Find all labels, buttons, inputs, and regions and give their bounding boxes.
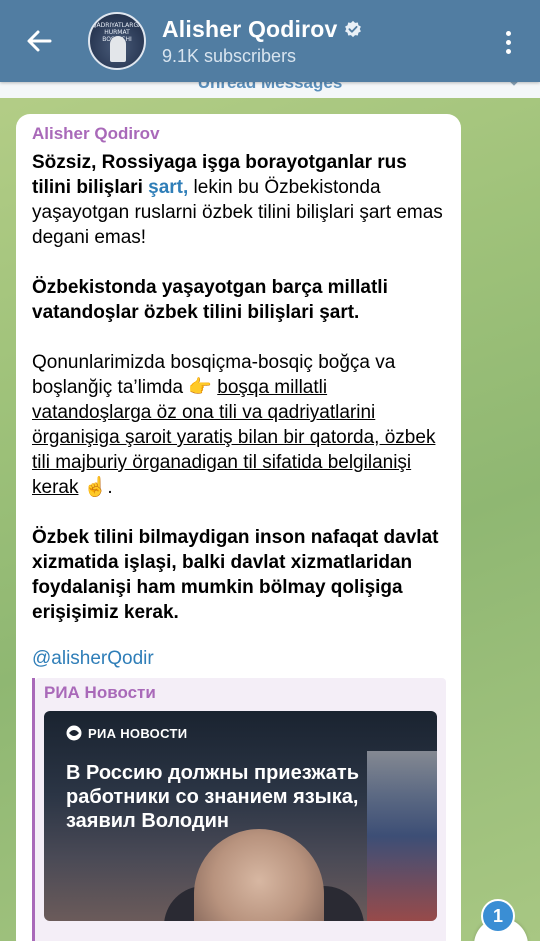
message-text: Sözsiz, Rossiyaga işga borayotganlar rus… [32,150,445,625]
unread-count-badge[interactable]: 1 [481,899,515,933]
channel-avatar[interactable]: QADRIYATLARGA HURMAT BOSQICHI [88,12,146,70]
channel-name: Alisher Qodirov [162,15,338,42]
link-preview[interactable]: РИА Новости РИА НОВОСТИ В Россию должны … [32,678,446,941]
subscriber-count: 9.1K subscribers [162,45,297,66]
photo-person [194,829,324,921]
ria-logo-text: РИА НОВОСТИ [88,725,188,741]
index-pointing-up-emoji: ☝️ [83,477,108,498]
paragraph-4: Özbek tilini bilmaydigan inson nafaqat d… [32,527,439,623]
ria-logo-icon [66,725,82,741]
preview-headline: В Россию должны приезжать работники со з… [66,762,360,832]
unread-messages-label: Unread Messages [197,82,343,92]
preview-source: РИА Новости [44,683,156,702]
avatar-figure [110,36,126,62]
back-arrow-icon [27,30,52,52]
message-bubble[interactable]: Alisher Qodirov Sözsiz, Rossiyaga işga b… [16,114,461,941]
channel-handle-link[interactable]: @alisherQodir [32,648,445,670]
chat-header: QADRIYATLARGA HURMAT BOSQICHI Alisher Qo… [0,0,540,82]
inline-link[interactable]: şart, [148,177,188,198]
verified-icon [344,20,361,38]
chevron-down-icon[interactable] [504,82,524,90]
pointing-right-emoji: 👉 [188,377,212,398]
more-dots-icon [505,30,511,36]
paragraph-3: Qonunlarimizda bosqiçma-bosqiç boğça va … [32,352,436,498]
preview-image[interactable]: РИА НОВОСТИ В Россию должны приезжать ра… [44,711,437,921]
ria-logo: РИА НОВОСТИ [66,725,187,741]
paragraph-2: Özbekistonda yaşayotgan barça millatli v… [32,277,388,323]
more-options-button[interactable] [490,22,526,62]
paragraph-1: Sözsiz, Rossiyaga işga borayotganlar rus… [32,152,443,248]
channel-title-block[interactable]: Alisher Qodirov 9.1K subscribers [162,16,362,67]
message-sender[interactable]: Alisher Qodirov [32,124,445,144]
back-button[interactable] [10,12,68,70]
unread-messages-divider: Unread Messages [0,82,540,98]
